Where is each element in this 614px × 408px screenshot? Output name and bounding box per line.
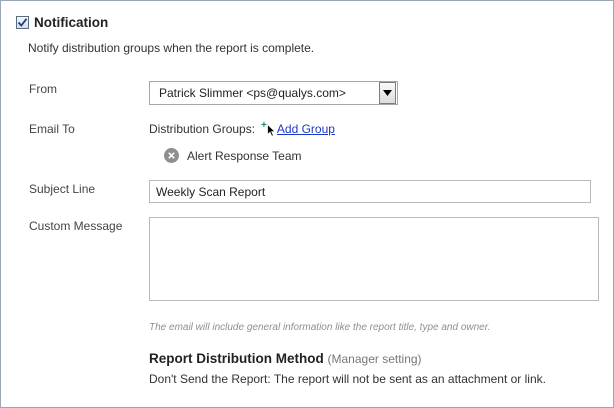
remove-group-icon[interactable] — [164, 148, 179, 163]
from-select[interactable]: Patrick Slimmer <ps@qualys.com> — [149, 81, 398, 105]
checkmark-icon — [17, 18, 28, 27]
email-to-label: Email To — [29, 122, 75, 136]
distribution-method-subtitle: (Manager setting) — [327, 352, 422, 366]
notification-header: Notification — [16, 15, 108, 30]
group-name: Alert Response Team — [187, 148, 302, 163]
from-label: From — [29, 82, 57, 96]
custom-message-textarea[interactable] — [149, 217, 599, 301]
subject-line-input[interactable] — [149, 180, 591, 203]
distribution-groups-row: Distribution Groups: + Add Group — [149, 120, 335, 137]
group-list-item: Alert Response Team — [164, 148, 302, 163]
distribution-groups-label: Distribution Groups: — [149, 122, 256, 136]
dropdown-button[interactable] — [379, 82, 396, 104]
chevron-down-icon — [383, 90, 392, 96]
from-selected-value: Patrick Slimmer <ps@qualys.com> — [159, 86, 346, 100]
distribution-method-heading: Report Distribution Method — [149, 351, 324, 366]
pointer-cursor-icon — [266, 123, 276, 137]
notification-checkbox[interactable] — [16, 16, 29, 29]
add-group-link[interactable]: Add Group — [277, 122, 335, 136]
distribution-method-description: Don't Send the Report: The report will n… — [149, 372, 546, 386]
notification-description: Notify distribution groups when the repo… — [28, 41, 315, 55]
notification-panel: Notification Notify distribution groups … — [0, 0, 614, 408]
add-group-control[interactable]: + Add Group — [261, 120, 335, 137]
close-icon — [168, 152, 175, 159]
distribution-method-title: Report Distribution Method (Manager sett… — [149, 351, 422, 366]
subject-line-label: Subject Line — [29, 182, 96, 196]
custom-message-hint: The email will include general informati… — [149, 322, 491, 333]
custom-message-label: Custom Message — [29, 219, 123, 233]
notification-title: Notification — [34, 15, 109, 30]
